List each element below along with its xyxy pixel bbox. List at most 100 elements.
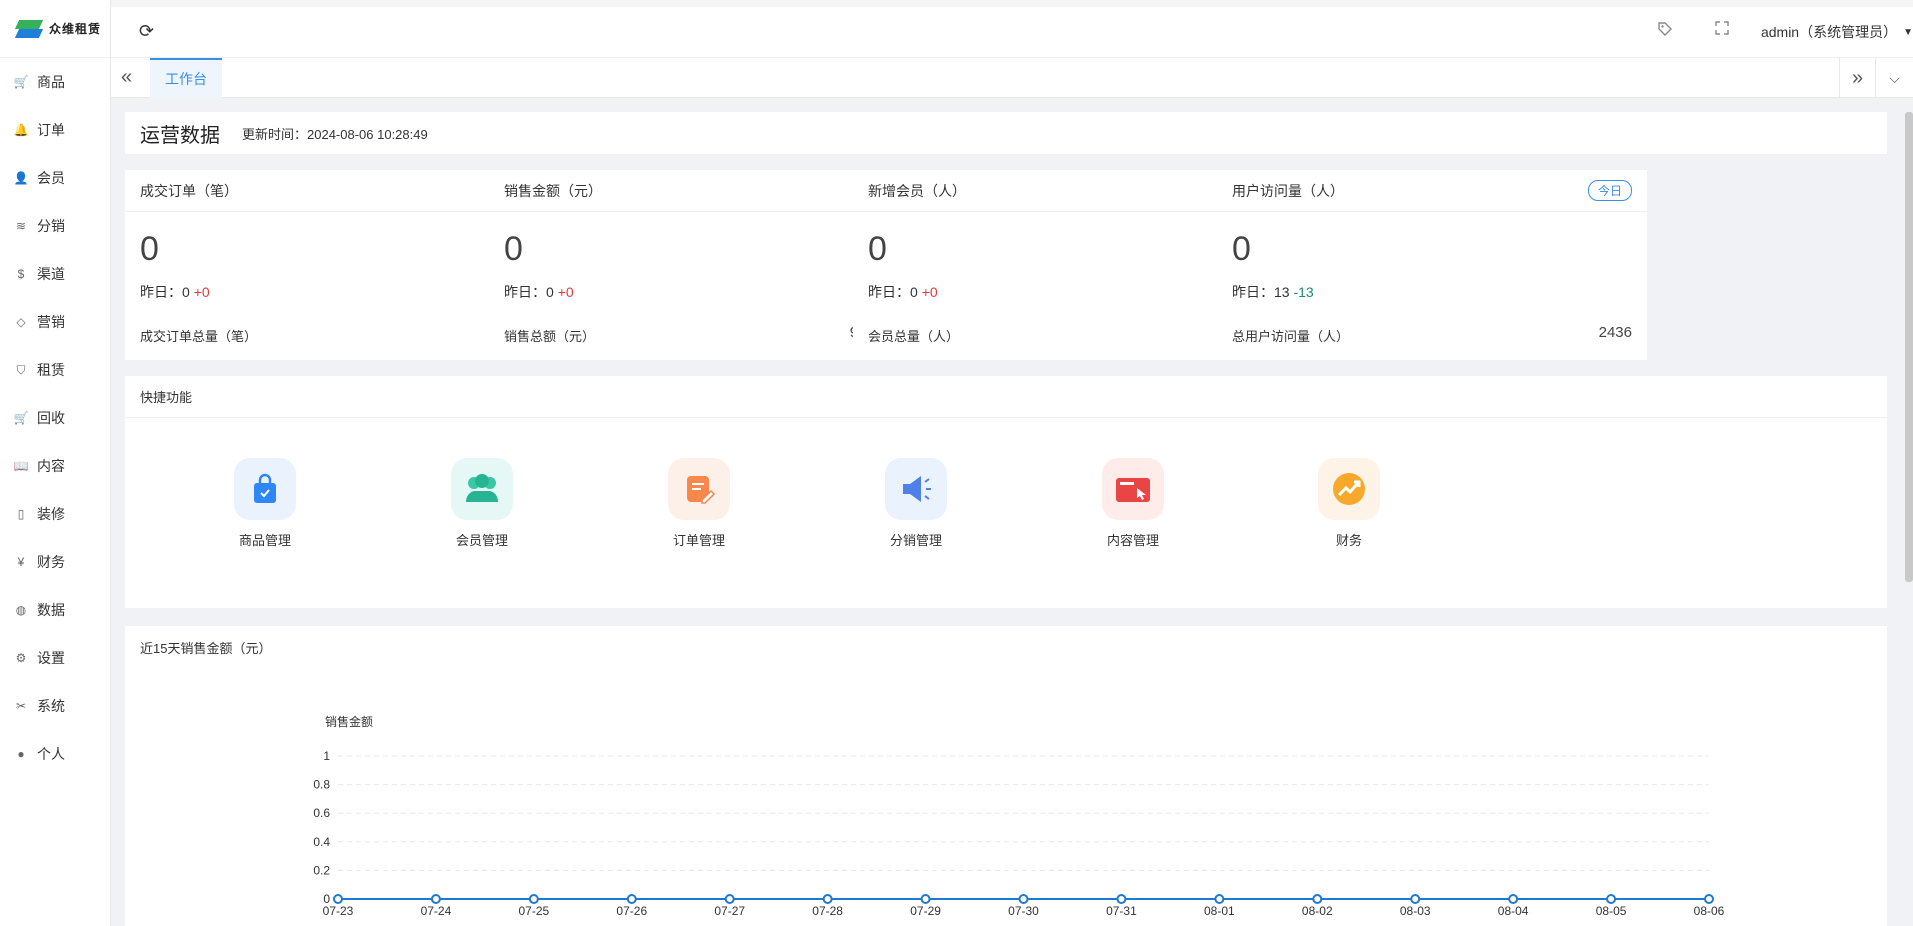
quick-item[interactable]: 会员管理 (432, 458, 532, 549)
gear-icon: ⚙ (15, 651, 27, 665)
quick-item[interactable]: 内容管理 (1083, 458, 1183, 549)
delta-value: -13 (1293, 284, 1314, 300)
globe-icon: ◍ (15, 603, 27, 617)
yesterday-value: 0 (182, 284, 190, 300)
sidebar-item-9[interactable]: ▯ 装修 (0, 490, 110, 538)
sidebar-item-14[interactable]: ● 个人 (0, 730, 110, 778)
x-tick-label: 07-30 (1008, 904, 1039, 918)
data-point[interactable] (1018, 894, 1029, 904)
period-badge[interactable]: 今日 (1587, 180, 1632, 201)
page-title: 运营数据 (140, 124, 220, 147)
sidebar-item-13[interactable]: ✂ 系统 (0, 682, 110, 730)
sidebar-item-2[interactable]: 👤 会员 (0, 154, 110, 202)
stat-total-value: 2436 (1598, 324, 1632, 341)
quick-item-label: 财务 (1335, 533, 1362, 548)
data-point[interactable] (1508, 894, 1519, 904)
stat-yesterday: 昨日：13 -13 (1232, 282, 1314, 302)
quick-item[interactable]: 财务 (1299, 458, 1399, 549)
finance-chart-icon (1318, 458, 1380, 520)
data-point[interactable] (1116, 894, 1127, 904)
sidebar-item-label: 渠道 (37, 266, 65, 282)
stat-value: 0 (868, 230, 887, 268)
sidebar-item-1[interactable]: 🔔 订单 (0, 106, 110, 154)
user-menu[interactable]: admin（系统管理员） ▼ (1761, 22, 1913, 42)
sidebar-item-5[interactable]: ◇ 营销 (0, 298, 110, 346)
refresh-icon[interactable]: ⟳ (139, 21, 154, 42)
quick-functions: 快捷功能 商品管理 会员管理 订单管理 分销管理 内容管理 财务 (125, 376, 1887, 608)
data-point[interactable] (333, 894, 343, 904)
yen-icon: ¥ (17, 555, 25, 569)
x-tick-label: 07-23 (323, 904, 354, 918)
sidebar-item-7[interactable]: 🛒 回收 (0, 394, 110, 442)
data-point[interactable] (528, 894, 539, 904)
logo[interactable]: 众维租赁 (0, 0, 110, 58)
quick-item-label: 分销管理 (889, 533, 942, 548)
quick-item[interactable]: 订单管理 (649, 458, 749, 549)
quick-item[interactable]: 商品管理 (215, 458, 315, 549)
tab-menu-chevron-icon[interactable]: ⌵ (1875, 58, 1913, 98)
x-tick-label: 07-27 (714, 904, 745, 918)
collapse-left-icon[interactable]: « (121, 66, 132, 89)
cart-icon: 🛒 (13, 75, 29, 89)
y-tick-label: 0.2 (313, 863, 330, 877)
sidebar-item-8[interactable]: 📖 内容 (0, 442, 110, 490)
x-tick-label: 08-03 (1400, 904, 1431, 918)
sidebar-item-label: 装修 (37, 506, 65, 522)
x-tick-label: 08-05 (1596, 904, 1627, 918)
yesterday-value: 0 (910, 284, 918, 300)
tab-workbench[interactable]: 工作台 (150, 58, 222, 98)
diamond-icon: ◇ (16, 315, 26, 329)
sidebar-item-label: 个人 (37, 746, 65, 762)
yesterday-label: 昨日： (504, 284, 546, 300)
stat-yesterday: 昨日：0 +0 (504, 282, 574, 302)
sidebar: 众维租赁 🛒 商品 🔔 订单 👤 会员 ≋ 分销 $ 渠道 ◇ 营销 ⛉ 租赁 🛒 回收 📖 内容 ▯ 装修 ¥ 财务 ◍ 数… (0, 0, 111, 926)
sidebar-item-0[interactable]: 🛒 商品 (0, 58, 110, 106)
y-tick-label: 0.8 (313, 778, 330, 792)
stat-title: 用户访问量（人） (1232, 182, 1344, 199)
data-point[interactable] (626, 894, 637, 904)
data-point[interactable] (920, 894, 931, 904)
yesterday-label: 昨日： (140, 284, 182, 300)
stat-yesterday: 昨日：0 +0 (868, 282, 938, 302)
fullscreen-icon[interactable] (1715, 21, 1729, 39)
quick-item-label: 会员管理 (455, 533, 508, 548)
tab-bar: « 工作台 » ⌵ (111, 58, 1913, 98)
stat-card-header: 用户访问量（人） 今日 (1217, 170, 1647, 212)
stat-total-label: 销售总额（元） (504, 329, 596, 344)
sidebar-item-12[interactable]: ⚙ 设置 (0, 634, 110, 682)
data-point[interactable] (1410, 894, 1421, 904)
sidebar-item-10[interactable]: ¥ 财务 (0, 538, 110, 586)
sidebar-item-4[interactable]: $ 渠道 (0, 250, 110, 298)
person-icon: ● (17, 747, 25, 761)
y-tick-label: 0.4 (313, 835, 330, 849)
data-point[interactable] (1312, 894, 1323, 904)
data-point[interactable] (1704, 894, 1714, 904)
quick-functions-title: 快捷功能 (125, 376, 1887, 418)
page-scrollbar[interactable] (1905, 112, 1913, 582)
sidebar-item-6[interactable]: ⛉ 租赁 (0, 346, 110, 394)
tag-icon[interactable] (1657, 21, 1673, 41)
sidebar-item-3[interactable]: ≋ 分销 (0, 202, 110, 250)
stat-total-label: 成交订单总量（笔） (140, 329, 258, 344)
delta-value: +0 (557, 284, 574, 300)
members-icon (451, 458, 513, 520)
layers-icon: ≋ (15, 219, 27, 233)
data-point[interactable] (430, 894, 441, 904)
data-point[interactable] (822, 894, 833, 904)
stat-value: 0 (1232, 230, 1251, 268)
scroll-right-icon[interactable]: » (1839, 58, 1875, 98)
x-tick-label: 08-02 (1302, 904, 1333, 918)
data-point[interactable] (1214, 894, 1225, 904)
x-tick-label: 08-06 (1694, 904, 1725, 918)
delta-value: +0 (193, 284, 210, 300)
quick-item[interactable]: 分销管理 (866, 458, 966, 549)
sidebar-item-11[interactable]: ◍ 数据 (0, 586, 110, 634)
x-tick-label: 07-31 (1106, 904, 1137, 918)
user-name: admin（系统管理员） (1760, 24, 1898, 40)
dollar-icon: $ (17, 267, 25, 281)
yesterday-label: 昨日： (868, 284, 910, 300)
data-point[interactable] (1606, 894, 1617, 904)
data-point[interactable] (724, 894, 735, 904)
stat-value: 0 (140, 230, 159, 268)
cart-icon: 🛒 (13, 411, 29, 425)
